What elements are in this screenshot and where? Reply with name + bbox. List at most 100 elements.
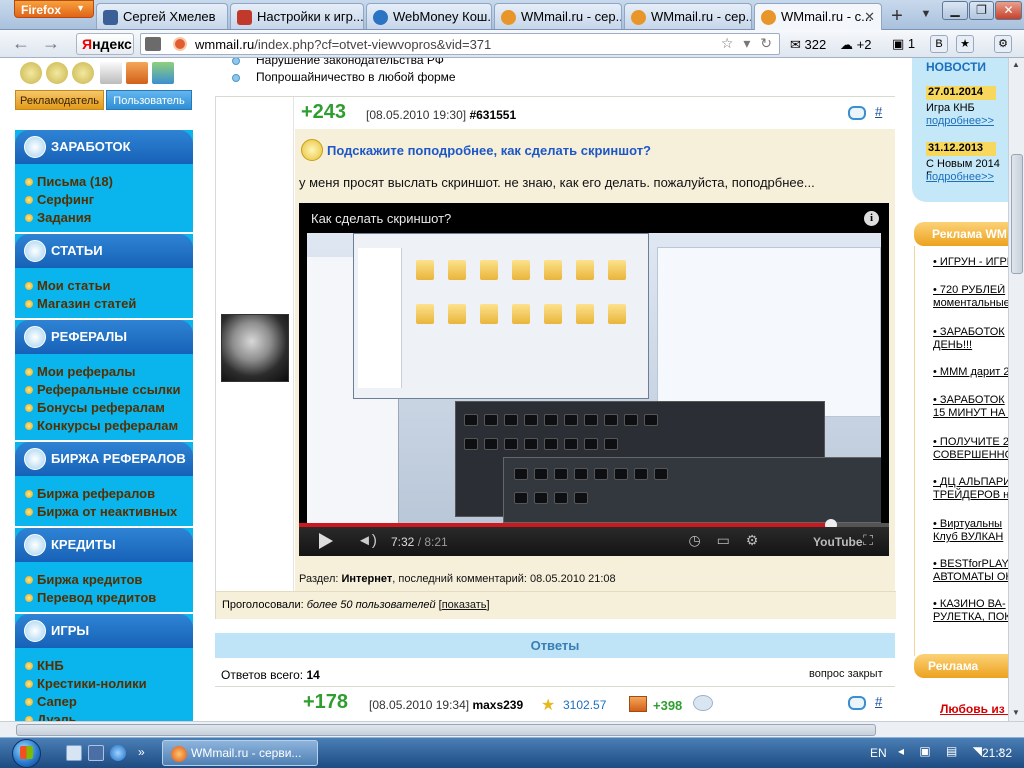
sidebar-item-minesweeper[interactable]: Сапер <box>15 694 193 712</box>
exchange-icon <box>24 448 46 470</box>
weather-widget[interactable]: ☁ +2 <box>840 37 871 53</box>
chevron-down-icon[interactable]: ▼ <box>916 8 936 26</box>
sidebar-item-inactive-exchange[interactable]: Биржа от неактивных <box>15 504 193 522</box>
forward-arrow-icon[interactable]: → <box>40 34 62 54</box>
back-arrow-icon[interactable]: ← <box>10 34 32 54</box>
star-icon[interactable]: ★ <box>956 35 974 53</box>
ad-red-link[interactable]: Любовь из з <box>940 702 1008 716</box>
clock[interactable]: 21:32 <box>982 746 1012 760</box>
close-tab-icon[interactable]: ✕ <box>864 9 875 25</box>
taskbar-item-label: WMmail.ru - серви... <box>191 746 302 760</box>
horizontal-scrollbar[interactable] <box>0 721 1024 737</box>
sidebar-item-ref-bonuses[interactable]: Бонусы рефералам <box>15 400 193 418</box>
advertiser-tab[interactable]: Рекламодатель <box>15 90 104 110</box>
start-button[interactable] <box>8 738 48 768</box>
tab-2[interactable]: WebMoney Кош... <box>366 3 492 29</box>
show-desktop-icon[interactable] <box>66 745 82 761</box>
scroll-up-icon[interactable]: ▲ <box>1012 60 1020 69</box>
user-tab[interactable]: Пользователь <box>106 90 192 110</box>
vertical-scrollbar[interactable]: ▲ ▼ <box>1008 58 1024 721</box>
video-player[interactable]: Как сделать скриншот? i ◄) 7:32 / 8:21 Y… <box>299 203 889 556</box>
ad-link[interactable]: • МММ дарит 2 <box>933 366 1008 379</box>
video-settings-icons[interactable]: ◷ ▭ ⚙ ⛶ <box>689 532 879 549</box>
coin-icon[interactable] <box>72 62 94 84</box>
scrollbar-thumb[interactable] <box>16 724 876 736</box>
window-switch-icon[interactable] <box>88 745 104 761</box>
url-controls-icon[interactable]: ☆ ▾ ↻ <box>721 35 775 52</box>
pencil-icon[interactable] <box>100 62 122 84</box>
minimize-button[interactable]: ▁ <box>942 1 968 20</box>
mail-counter[interactable]: ✉ 322 <box>790 37 826 53</box>
tab-0[interactable]: Сергей Хмелев <box>96 3 228 29</box>
sidebar-item-tictactoe[interactable]: Крестики-нолики <box>15 676 193 694</box>
answer-user[interactable]: maxs239 <box>472 698 523 712</box>
cloud-icon: ☁ <box>840 37 857 52</box>
menu-icon[interactable]: ⚙ <box>994 35 1012 53</box>
ad-link[interactable]: • Виртуальны Клуб ВУЛКАН <box>933 518 1008 544</box>
address-bar[interactable]: wmmail.ru/index.php?cf=otvet-viewvopros&… <box>140 33 780 55</box>
firefox-menu-button[interactable]: Firefox ▼ <box>14 0 94 18</box>
sidebar-item-ref-exchange[interactable]: Биржа рефералов <box>15 486 193 504</box>
language-indicator[interactable]: EN <box>870 746 887 760</box>
video-frame[interactable] <box>307 233 881 523</box>
sidebar-item-knb[interactable]: КНБ <box>15 658 193 676</box>
tab-3[interactable]: WMmail.ru - сер... <box>494 3 622 29</box>
section-name[interactable]: Интернет <box>341 573 392 585</box>
question-mark-icon <box>301 139 323 161</box>
more-icon[interactable]: » <box>138 745 154 761</box>
info-icon[interactable]: i <box>864 211 879 226</box>
ad-link[interactable]: • ПОЛУЧИТЕ 2 СОВЕРШЕННО <box>933 436 1008 462</box>
sidebar-item-surfing[interactable]: Серфинг <box>15 192 193 210</box>
sidebar-item-ref-contests[interactable]: Конкурсы рефералам <box>15 418 193 436</box>
scrollbar-thumb[interactable] <box>1011 154 1023 274</box>
sidebar-item-label: Письма (18) <box>37 174 113 189</box>
coin-icon[interactable] <box>20 62 42 84</box>
key <box>484 438 498 450</box>
ad-link[interactable]: • КАЗИНО ВА- РУЛЕТКА, ПОК <box>933 598 1008 624</box>
coin-icon[interactable] <box>46 62 68 84</box>
bookmark-icon[interactable]: B <box>930 35 948 53</box>
yandex-button[interactable]: Яндекс <box>76 33 134 55</box>
sidebar-item-my-referrals[interactable]: Мои рефералы <box>15 364 193 382</box>
sidebar-item-letters[interactable]: Письма (18) <box>15 174 193 192</box>
sidebar-item-duel[interactable]: Дуэль <box>15 712 193 721</box>
comment-icon[interactable] <box>848 696 866 710</box>
news-more-link[interactable]: подробнее>> <box>926 115 994 127</box>
sidebar-item-tasks[interactable]: Задания <box>15 210 193 228</box>
sidebar-item-credit-exchange[interactable]: Биржа кредитов <box>15 572 193 590</box>
ad-link[interactable]: • ИГРУН - ИГРЫ <box>933 256 1008 269</box>
ad-link[interactable]: • ЗАРАБОТОК 15 МИНУТ НА И <box>933 394 1008 420</box>
restore-button[interactable]: ❐ <box>969 1 994 20</box>
box-icon[interactable] <box>126 62 148 84</box>
tab-5-active[interactable]: WMmail.ru - с... ✕ <box>754 3 882 30</box>
sidebar-item-article-shop[interactable]: Магазин статей <box>15 296 193 314</box>
ad-line: КАЗИНО ВА- <box>939 598 1006 610</box>
tab-4[interactable]: WMmail.ru - сер... <box>624 3 752 29</box>
comment-icon[interactable] <box>848 106 866 120</box>
avatar[interactable] <box>221 314 289 382</box>
tab-1[interactable]: Настройки к игр... <box>230 3 364 29</box>
sidebar-item-label: Сапер <box>37 694 77 709</box>
chart-icon[interactable] <box>152 62 174 84</box>
taskbar-firefox-item[interactable]: WMmail.ru - серви... <box>162 740 318 766</box>
ad-link[interactable]: • ДЦ АЛЬПАРИ ТРЕЙДЕРОВ на <box>933 476 1008 502</box>
new-tab-button[interactable]: + <box>884 6 910 28</box>
play-icon[interactable] <box>319 533 333 549</box>
volume-icon[interactable]: ◄) <box>357 532 377 549</box>
extension-counter[interactable]: ▣ 1 <box>892 36 915 52</box>
news-more-link[interactable]: подробнее>> <box>926 171 994 183</box>
ad-link[interactable]: • 720 РУБЛЕЙ моментальные <box>933 284 1008 310</box>
video-title[interactable]: Как сделать скриншот? <box>311 211 451 226</box>
ie-icon[interactable] <box>110 745 126 761</box>
sidebar-item-ref-links[interactable]: Реферальные ссылки <box>15 382 193 400</box>
scroll-down-icon[interactable]: ▼ <box>1012 708 1020 717</box>
ad-link[interactable]: • BESTforPLAY АВТОМАТЫ ОН <box>933 558 1008 584</box>
show-voters-link[interactable]: показать <box>442 599 487 611</box>
permalink-link[interactable]: # <box>875 104 882 119</box>
sidebar-item-label: Магазин статей <box>37 296 137 311</box>
close-window-button[interactable]: ✕ <box>995 1 1022 20</box>
sidebar-item-my-articles[interactable]: Мои статьи <box>15 278 193 296</box>
ad-link[interactable]: • ЗАРАБОТОК ДЕНЬ!!! <box>933 326 1008 352</box>
sidebar-item-credit-transfer[interactable]: Перевод кредитов <box>15 590 193 608</box>
permalink-link[interactable]: # <box>875 694 882 709</box>
